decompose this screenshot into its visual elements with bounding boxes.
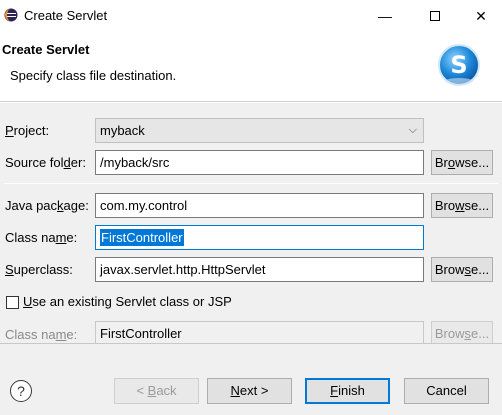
java-package-input[interactable]: com.my.control <box>95 193 424 218</box>
wizard-title: Create Servlet <box>2 42 90 57</box>
class-name-selected-text: FirstController <box>100 229 184 246</box>
existing-class-name-label: Class name: <box>5 327 78 342</box>
class-name-label: Class name: <box>5 230 78 245</box>
wizard-header: Create Servlet Specify class file destin… <box>0 32 502 102</box>
help-icon[interactable]: ? <box>10 380 32 402</box>
minimize-button[interactable]: — <box>362 0 408 32</box>
source-folder-label: Source folder: <box>5 155 86 170</box>
source-folder-browse-button[interactable]: Browse... <box>431 150 493 175</box>
window-title: Create Servlet <box>24 8 108 23</box>
chevron-down-icon: ⌵ <box>408 124 417 136</box>
superclass-browse-button[interactable]: Browse... <box>431 257 493 282</box>
use-existing-servlet-checkbox[interactable] <box>6 296 19 309</box>
back-button: < Back <box>114 378 199 404</box>
project-combo-value: myback <box>100 123 145 138</box>
java-package-browse-button[interactable]: Browse... <box>431 193 493 218</box>
maximize-button[interactable] <box>412 0 458 32</box>
project-combo[interactable]: myback ⌵ <box>95 118 424 143</box>
servlet-wizard-logo: S <box>438 44 480 86</box>
eclipse-app-icon <box>4 8 18 22</box>
wizard-footer: ? < Back Next > Finish Cancel <box>0 343 502 415</box>
superclass-label: Superclass: <box>5 262 73 277</box>
next-button[interactable]: Next > <box>207 378 292 404</box>
title-bar: Create Servlet — ✕ <box>0 0 502 32</box>
class-name-input[interactable]: FirstController <box>95 225 424 250</box>
separator <box>4 183 498 184</box>
cancel-button[interactable]: Cancel <box>404 378 489 404</box>
logo-letter: S <box>450 51 467 79</box>
java-package-label: Java package: <box>5 198 89 213</box>
source-folder-input[interactable]: /myback/src <box>95 150 424 175</box>
wizard-description: Specify class file destination. <box>10 68 177 83</box>
maximize-icon <box>430 11 440 21</box>
close-button[interactable]: ✕ <box>458 0 502 32</box>
finish-button[interactable]: Finish <box>305 378 390 404</box>
use-existing-servlet-label[interactable]: Use an existing Servlet class or JSP <box>23 294 232 309</box>
superclass-input[interactable]: javax.servlet.http.HttpServlet <box>95 257 424 282</box>
project-label: Project: <box>5 123 50 138</box>
